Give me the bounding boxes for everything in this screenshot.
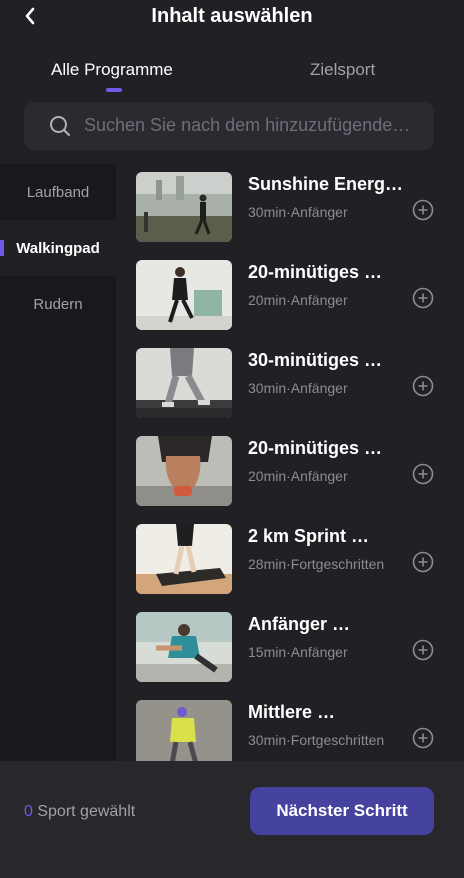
search-icon xyxy=(50,116,71,137)
sidebar-item-label: Rudern xyxy=(33,295,83,313)
program-thumbnail xyxy=(136,524,232,594)
program-title: 30-minütiges … xyxy=(248,350,383,370)
header: Inhalt auswählen xyxy=(0,0,464,34)
program-thumbnail xyxy=(136,612,232,682)
list-item[interactable]: Mittlere … 30min·Fortgeschritten xyxy=(116,692,464,761)
sidebar-item-label: Walkingpad xyxy=(16,239,100,257)
footer-bar: 0 Sport gewählt Nächster Schritt xyxy=(0,761,464,878)
sidebar-item-laufband[interactable]: Laufband xyxy=(0,164,116,220)
program-list[interactable]: Sunshine Energ… 30min·Anfänger 20-minüti… xyxy=(116,164,464,761)
program-meta: 20min·Anfänger xyxy=(248,468,348,484)
add-circle-icon[interactable] xyxy=(412,551,434,573)
tab-bar: Alle Programme Zielsport xyxy=(0,58,464,98)
search-input[interactable]: Suchen Sie nach dem hinzuzufügende… xyxy=(24,102,434,150)
selection-count-number: 0 xyxy=(24,803,33,820)
sidebar-item-label: Laufband xyxy=(26,183,90,201)
program-thumbnail xyxy=(136,348,232,418)
program-title: Anfänger … xyxy=(248,614,351,634)
list-item[interactable]: 30-minütiges … 30min·Anfänger xyxy=(116,340,464,428)
add-circle-icon[interactable] xyxy=(412,463,434,485)
program-title: Mittlere … xyxy=(248,702,336,722)
add-circle-icon[interactable] xyxy=(412,639,434,661)
list-item[interactable]: Sunshine Energ… 30min·Anfänger xyxy=(116,164,464,252)
program-meta: 30min·Anfänger xyxy=(248,204,348,220)
add-circle-icon[interactable] xyxy=(412,727,434,749)
program-meta: 30min·Anfänger xyxy=(248,380,348,396)
add-circle-icon[interactable] xyxy=(412,375,434,397)
sidebar-item-walkingpad[interactable]: Walkingpad xyxy=(0,220,116,276)
tab-target-sport[interactable]: Zielsport xyxy=(310,60,375,80)
program-meta: 30min·Fortgeschritten xyxy=(248,732,385,748)
selection-count: 0 Sport gewählt xyxy=(24,803,135,821)
list-item[interactable]: 2 km Sprint … 28min·Fortgeschritten xyxy=(116,516,464,604)
program-thumbnail xyxy=(136,436,232,506)
add-circle-icon[interactable] xyxy=(412,287,434,309)
program-meta: 15min·Anfänger xyxy=(248,644,348,660)
add-circle-icon[interactable] xyxy=(412,199,434,221)
selection-count-label: Sport gewählt xyxy=(32,803,136,820)
category-sidebar: Laufband Walkingpad Rudern xyxy=(0,164,116,761)
list-item[interactable]: Anfänger … 15min·Anfänger xyxy=(116,604,464,692)
list-item[interactable]: 20-minütiges … 20min·Anfänger xyxy=(116,252,464,340)
next-step-label: Nächster Schritt xyxy=(276,801,408,820)
program-meta: 20min·Anfänger xyxy=(248,292,348,308)
sidebar-item-rudern[interactable]: Rudern xyxy=(0,276,116,332)
page-title: Inhalt auswählen xyxy=(151,5,313,27)
program-thumbnail xyxy=(136,260,232,330)
tab-all-programs[interactable]: Alle Programme xyxy=(51,60,173,80)
program-thumbnail xyxy=(136,172,232,242)
program-meta: 28min·Fortgeschritten xyxy=(248,556,385,572)
next-step-button[interactable]: Nächster Schritt xyxy=(250,787,434,835)
search-placeholder: Suchen Sie nach dem hinzuzufügende… xyxy=(84,115,411,135)
program-title: Sunshine Energ… xyxy=(248,174,404,194)
active-indicator xyxy=(0,240,4,256)
program-title: 2 km Sprint … xyxy=(248,526,370,546)
active-tab-indicator xyxy=(106,88,122,92)
program-thumbnail xyxy=(136,700,232,761)
program-title: 20-minütiges … xyxy=(248,438,383,458)
list-item[interactable]: 20-minütiges … 20min·Anfänger xyxy=(116,428,464,516)
program-title: 20-minütiges … xyxy=(248,262,383,282)
